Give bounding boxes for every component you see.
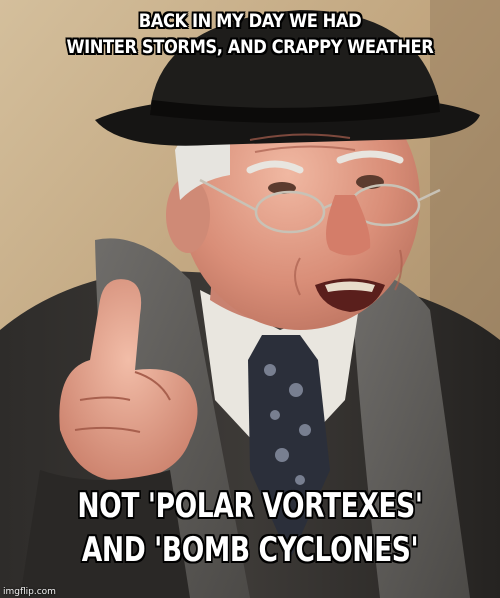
- bottom-caption: NOT 'POLAR VORTEXES' AND 'BOMB CYCLONES': [55, 484, 445, 572]
- top-caption-line-1: BACK IN MY DAY WE HAD: [138, 10, 362, 32]
- bottom-caption-line-1: NOT 'POLAR VORTEXES': [77, 486, 423, 526]
- bottom-caption-line-2: AND 'BOMB CYCLONES': [81, 530, 419, 570]
- top-caption: BACK IN MY DAY WE HAD WINTER STORMS, AND…: [35, 8, 465, 60]
- top-caption-line-2: WINTER STORMS, AND CRAPPY WEATHER: [66, 36, 434, 58]
- imgflip-watermark: imgflip.com: [3, 587, 56, 597]
- meme-image: BACK IN MY DAY WE HAD WINTER STORMS, AND…: [0, 0, 500, 598]
